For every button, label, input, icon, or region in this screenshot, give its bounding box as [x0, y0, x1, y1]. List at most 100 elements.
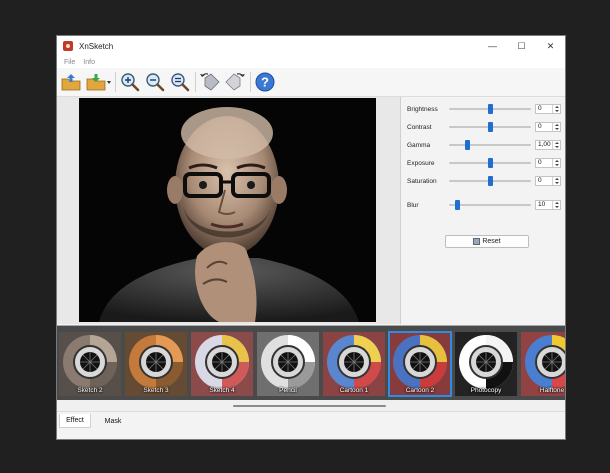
- zoom-out-icon: [146, 73, 165, 92]
- image-preview-area[interactable]: [57, 97, 401, 324]
- adjustments-panel: Brightness 0 Contrast 0 Gamma 1,00 Exposure 0 Sa…: [401, 97, 565, 324]
- effect-tile[interactable]: Cartoon 1: [323, 332, 385, 396]
- spin-arrows[interactable]: [552, 159, 560, 167]
- adjustment-value: 10: [538, 201, 546, 208]
- slider-thumb[interactable]: [454, 200, 460, 210]
- spin-down-icon[interactable]: [554, 146, 559, 148]
- maximize-button[interactable]: ☐: [507, 36, 536, 56]
- adjustment-slider[interactable]: [449, 175, 531, 187]
- slider-thumb[interactable]: [487, 122, 493, 132]
- effect-tile[interactable]: Sketch 3: [125, 332, 187, 396]
- spin-down-icon[interactable]: [554, 182, 559, 184]
- spin-up-icon[interactable]: [554, 124, 559, 126]
- effect-label: Sketch 2: [77, 387, 103, 394]
- spin-down-icon[interactable]: [554, 110, 559, 112]
- adjustment-value: 0: [538, 159, 542, 166]
- open-button[interactable]: [60, 71, 82, 93]
- toolbar-separator: [250, 72, 251, 92]
- spin-up-icon[interactable]: [554, 106, 559, 108]
- effect-label: Cartoon 1: [339, 387, 369, 394]
- adjustment-value-spinbox[interactable]: 0: [535, 158, 561, 168]
- title-bar: XnSketch — ☐ ✕: [57, 36, 565, 56]
- menu-info[interactable]: Info: [82, 59, 96, 66]
- adjustment-row: Saturation 0: [407, 175, 561, 187]
- tab-effect[interactable]: Effect: [59, 414, 91, 428]
- effects-scroll-thumb[interactable]: [233, 405, 386, 407]
- effect-tile[interactable]: Sketch 2: [59, 332, 121, 396]
- help-button[interactable]: ?: [254, 71, 276, 93]
- adjustment-slider[interactable]: [449, 121, 531, 133]
- spin-arrows[interactable]: [552, 123, 560, 131]
- reset-label: Reset: [482, 238, 501, 245]
- adjustment-value: 1,00: [538, 141, 551, 148]
- tab-mask[interactable]: Mask: [97, 414, 129, 428]
- adjustment-value-spinbox[interactable]: 0: [535, 104, 561, 114]
- zoom-out-button[interactable]: [144, 71, 166, 93]
- effect-tile[interactable]: Sketch 4: [191, 332, 253, 396]
- effect-label: Pencil: [279, 387, 297, 394]
- effect-label: Cartoon 2: [405, 387, 435, 394]
- bottom-tabs: Effect Mask: [57, 411, 565, 439]
- adjustment-label: Exposure: [407, 159, 435, 167]
- minimize-button[interactable]: —: [478, 36, 507, 56]
- app-window: XnSketch — ☐ ✕ File Info ? Brightness 0 …: [56, 35, 566, 440]
- slider-track: [449, 144, 531, 146]
- toolbar-separator: [115, 72, 116, 92]
- spin-down-icon[interactable]: [554, 164, 559, 166]
- help-icon: ?: [255, 72, 275, 92]
- adjustment-value-spinbox[interactable]: 1,00: [535, 140, 561, 150]
- effect-label: Halftone: [539, 387, 565, 394]
- spin-down-icon[interactable]: [554, 128, 559, 130]
- adjustment-row: Blur 10: [407, 199, 561, 211]
- slider-track: [449, 204, 531, 206]
- portrait-photo: [79, 98, 376, 322]
- effect-tile[interactable]: Pencil: [257, 332, 319, 396]
- reset-icon: [473, 238, 481, 245]
- adjustment-value-spinbox[interactable]: 10: [535, 200, 561, 210]
- zoom-fit-button[interactable]: [169, 71, 191, 93]
- slider-thumb[interactable]: [487, 158, 493, 168]
- spin-arrows[interactable]: [552, 105, 560, 113]
- reset-button[interactable]: Reset: [445, 235, 529, 248]
- effect-tile[interactable]: Photocopy: [455, 332, 517, 396]
- spin-down-icon[interactable]: [554, 206, 559, 208]
- effect-label: Sketch 3: [143, 387, 169, 394]
- adjustment-value: 0: [538, 177, 542, 184]
- effect-tile[interactable]: Halftone: [521, 332, 565, 396]
- save-icon: [86, 74, 105, 91]
- slider-thumb[interactable]: [487, 104, 493, 114]
- preview-image[interactable]: [79, 98, 376, 322]
- spin-arrows[interactable]: [552, 141, 560, 149]
- spin-up-icon[interactable]: [554, 160, 559, 162]
- spin-arrows[interactable]: [552, 177, 560, 185]
- effect-tile[interactable]: Cartoon 2: [388, 331, 452, 397]
- adjustment-value-spinbox[interactable]: 0: [535, 176, 561, 186]
- adjustment-slider[interactable]: [449, 103, 531, 115]
- zoom-in-button[interactable]: [119, 71, 141, 93]
- zoom-in-icon: [121, 73, 140, 92]
- chevron-down-icon[interactable]: [106, 80, 111, 84]
- menu-bar: File Info: [57, 56, 565, 68]
- adjustment-row: Contrast 0: [407, 121, 561, 133]
- rotate-left-button[interactable]: [199, 71, 221, 93]
- adjustment-slider[interactable]: [449, 139, 531, 151]
- svg-text:?: ?: [261, 75, 269, 90]
- spin-up-icon[interactable]: [554, 178, 559, 180]
- slider-thumb[interactable]: [487, 176, 493, 186]
- adjustment-value-spinbox[interactable]: 0: [535, 122, 561, 132]
- adjustment-slider[interactable]: [449, 199, 531, 211]
- spin-up-icon[interactable]: [554, 142, 559, 144]
- spin-arrows[interactable]: [552, 201, 560, 209]
- window-title: XnSketch: [79, 41, 114, 51]
- save-button[interactable]: [85, 71, 111, 93]
- close-button[interactable]: ✕: [536, 36, 565, 56]
- slider-thumb[interactable]: [464, 140, 470, 150]
- rotate-right-button[interactable]: [224, 71, 246, 93]
- spin-up-icon[interactable]: [554, 202, 559, 204]
- adjustment-value: 0: [538, 123, 542, 130]
- adjustment-slider[interactable]: [449, 157, 531, 169]
- open-icon: [61, 74, 81, 91]
- toolbar: ?: [57, 68, 565, 97]
- adjustment-label: Blur: [407, 201, 419, 209]
- menu-file[interactable]: File: [63, 59, 76, 66]
